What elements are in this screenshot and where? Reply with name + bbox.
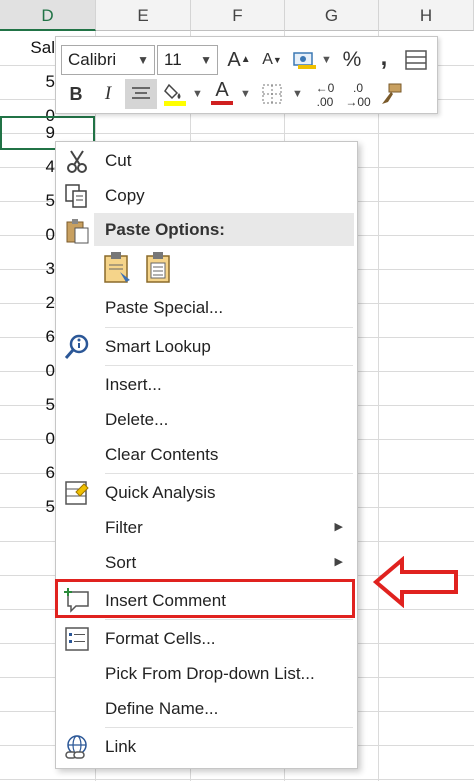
decrease-font-button[interactable]: A▼ [259, 45, 285, 75]
font-name-value: Calibri [68, 50, 117, 69]
menu-item-format-cells[interactable]: Format Cells... [56, 621, 357, 656]
link-icon [65, 735, 87, 759]
menu-item-label: Clear Contents [105, 445, 219, 464]
increase-decimal-label: .00 [316, 95, 334, 109]
font-name-combo[interactable]: Calibri ▼ [61, 45, 155, 75]
menu-separator [105, 727, 353, 728]
menu-item-copy[interactable]: Copy [56, 178, 357, 213]
annotation-arrow-icon [372, 556, 458, 608]
currency-icon [293, 52, 316, 69]
chevron-down-icon[interactable]: ▼ [292, 79, 303, 109]
comma-style-button[interactable]: , [371, 43, 397, 73]
menu-item-define-name[interactable]: Define Name... [56, 691, 357, 726]
paste-options-header: Paste Options: [94, 213, 354, 246]
smart-lookup-icon [64, 334, 89, 359]
menu-item-label: Sort [105, 553, 137, 572]
chevron-down-icon[interactable]: ▼ [240, 79, 251, 109]
format-painter-icon [382, 83, 402, 104]
menu-item-link[interactable]: Link [56, 729, 357, 764]
font-color-icon: A [215, 79, 229, 101]
font-color-swatch [211, 101, 233, 105]
fill-color-button[interactable] [161, 79, 189, 109]
italic-button[interactable]: I [96, 79, 120, 109]
menu-item-insert[interactable]: Insert... [56, 367, 357, 402]
insert-comment-highlight [55, 579, 355, 618]
mini-toolbar: Calibri ▼ 11 ▼ A▲ A▼ ▼ % , B I ▼ A ▼ ▼ ←… [55, 36, 438, 114]
menu-item-label: Paste Special... [105, 298, 224, 317]
font-size-value: 11 [164, 50, 182, 69]
column-header-d[interactable]: D [0, 0, 96, 31]
column-header-g[interactable]: G [285, 0, 379, 31]
menu-item-cut[interactable]: Cut [56, 143, 357, 178]
format-table-button[interactable] [402, 45, 430, 75]
menu-item-label: Copy [105, 186, 145, 205]
paste-keep-formatting-icon[interactable] [100, 250, 134, 284]
column-header-e[interactable]: E [96, 0, 191, 31]
menu-item-pick-from-list[interactable]: Pick From Drop-down List... [56, 656, 357, 691]
menu-item-sort[interactable]: Sort ▶ [56, 545, 357, 580]
menu-item-label: Define Name... [105, 699, 219, 718]
number-format-button[interactable] [289, 45, 319, 75]
fill-bucket-icon [164, 83, 186, 106]
scissors-icon [67, 150, 87, 173]
format-table-icon [405, 50, 427, 70]
percent-style-button[interactable]: % [339, 45, 365, 75]
menu-separator [105, 473, 353, 474]
menu-item-label: Filter [105, 518, 143, 537]
chevron-down-icon: ▼ [200, 53, 212, 67]
decrease-decimal-button[interactable]: .0 →00 [343, 79, 373, 109]
menu-item-label: Link [105, 737, 137, 756]
decrease-decimal-label: .0 [352, 81, 363, 95]
menu-item-label: Delete... [105, 410, 169, 429]
chevron-down-icon: ▼ [137, 53, 149, 67]
align-center-icon [132, 87, 150, 99]
copy-icon [65, 184, 87, 208]
menu-item-label: Pick From Drop-down List... [105, 664, 315, 683]
menu-item-label: Smart Lookup [105, 337, 211, 356]
menu-item-clear-contents[interactable]: Clear Contents [56, 437, 357, 472]
quick-analysis-icon [65, 481, 89, 505]
submenu-arrow-icon: ▶ [334, 521, 343, 533]
paste-options-label: Paste Options: [105, 220, 225, 239]
column-header-h[interactable]: H [379, 0, 474, 31]
increase-decimal-icon: ←0 [315, 81, 335, 95]
borders-icon [262, 84, 282, 104]
menu-separator [105, 619, 353, 620]
increase-font-icon: A [227, 49, 241, 71]
context-menu: Cut Copy Paste Options: Paste Special... [55, 141, 358, 769]
menu-item-smart-lookup[interactable]: Smart Lookup [56, 329, 357, 364]
align-center-button[interactable] [125, 79, 157, 109]
paste-values-icon[interactable] [142, 250, 176, 284]
menu-item-label: Quick Analysis [105, 483, 216, 502]
decrease-font-icon: A [262, 51, 273, 68]
menu-separator [105, 365, 353, 366]
submenu-arrow-icon: ▶ [334, 556, 343, 568]
increase-font-button[interactable]: A▲ [226, 45, 252, 75]
menu-item-filter[interactable]: Filter ▶ [56, 510, 357, 545]
chevron-down-icon[interactable]: ▼ [192, 79, 203, 109]
menu-item-label: Cut [105, 151, 132, 170]
bold-button[interactable]: B [64, 79, 88, 109]
menu-item-paste-special[interactable]: Paste Special... [56, 290, 357, 325]
grid-line [378, 31, 379, 781]
menu-item-label: Format Cells... [105, 629, 216, 648]
menu-separator [105, 327, 353, 328]
grid-line [0, 779, 474, 780]
column-header-f[interactable]: F [191, 0, 285, 31]
increase-decimal-button[interactable]: ←0 .00 [310, 79, 340, 109]
format-painter-button[interactable] [376, 79, 406, 109]
menu-item-label: Insert... [105, 375, 162, 394]
borders-button[interactable] [258, 79, 286, 109]
chevron-down-icon[interactable]: ▼ [321, 45, 332, 75]
menu-item-delete[interactable]: Delete... [56, 402, 357, 437]
format-cells-icon [65, 627, 89, 651]
font-size-combo[interactable]: 11 ▼ [157, 45, 218, 75]
menu-item-quick-analysis[interactable]: Quick Analysis [56, 475, 357, 510]
font-color-button[interactable]: A [208, 79, 236, 109]
decrease-decimal-icon: →00 [345, 95, 371, 109]
paste-icon [66, 219, 89, 244]
